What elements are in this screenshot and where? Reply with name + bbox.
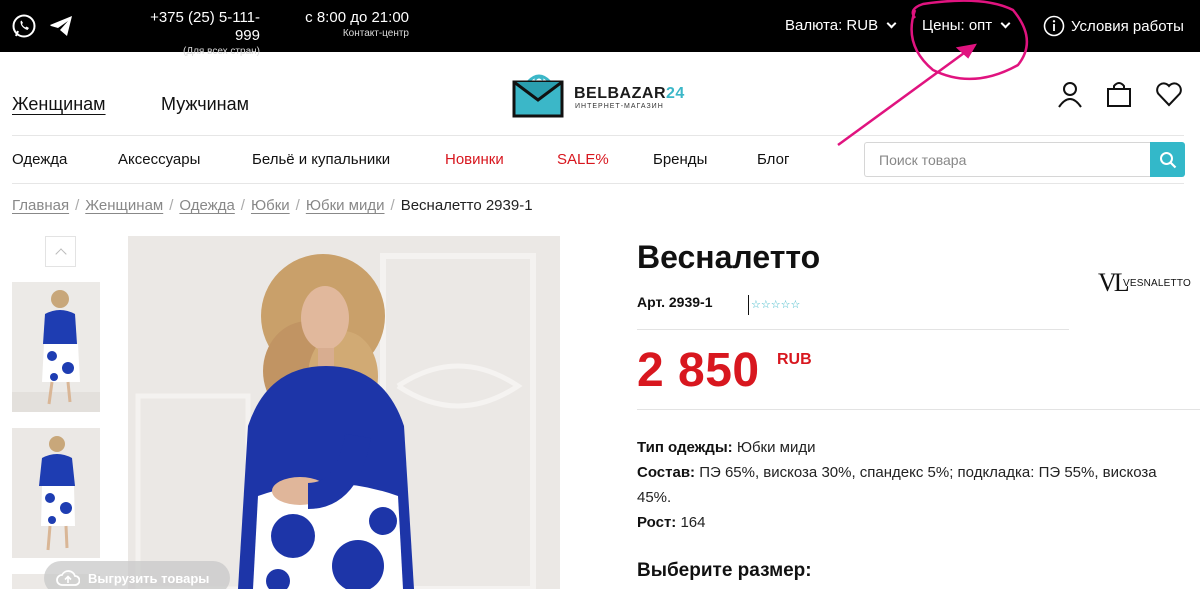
breadcrumb-women[interactable]: Женщинам — [85, 197, 163, 214]
work-hours: с 8:00 до 21:00 — [305, 9, 409, 26]
spec-height: Рост: 164 — [637, 514, 706, 531]
size-select-title: Выберите размер: — [637, 560, 812, 581]
star-icon: ☆☆☆☆☆ — [751, 298, 801, 311]
chevron-up-icon — [54, 247, 67, 260]
shopping-bag-logo-icon — [512, 74, 564, 118]
thumbnail-1[interactable] — [12, 282, 100, 412]
terms-link[interactable]: Условия работы — [1043, 15, 1184, 37]
info-icon — [1043, 15, 1065, 37]
currency-select[interactable]: Валюта: RUB — [785, 17, 897, 34]
product-photo-image — [128, 236, 560, 589]
phone-number[interactable]: +375 (25) 5-111-999 — [134, 9, 260, 45]
hours-block: с 8:00 до 21:00 Контакт-центр — [300, 9, 409, 40]
logo-tagline: ИНТЕРНЕТ-МАГАЗИН — [575, 103, 664, 110]
nav-clothes[interactable]: Одежда — [12, 151, 67, 168]
brand-name: VESNALETTO — [1123, 278, 1191, 289]
nav-blog[interactable]: Блог — [757, 151, 789, 168]
phone-note: (Для всех стран) — [182, 46, 260, 57]
chevron-down-icon — [1000, 18, 1011, 29]
spec-composition: Состав: ПЭ 65%, вискоза 30%, спандекс 5%… — [637, 464, 1157, 506]
prices-select[interactable]: Цены: опт — [922, 17, 1011, 34]
product-price: 2 850 — [637, 344, 760, 397]
nav-accessories[interactable]: Аксессуары — [118, 151, 200, 168]
user-icon[interactable] — [1056, 80, 1084, 108]
nav-new[interactable]: Новинки — [445, 151, 504, 168]
spec-clothing-type: Тип одежды: Юбки миди — [637, 439, 816, 456]
nav-lingerie[interactable]: Бельё и купальники — [252, 151, 390, 168]
nav-divider — [12, 183, 1184, 184]
nav-women[interactable]: Женщинам — [12, 94, 106, 115]
search-icon — [1159, 151, 1176, 168]
telegram-icon[interactable] — [48, 13, 74, 39]
logo-wordmark: BELBAZAR24 — [574, 85, 685, 102]
cloud-upload-icon — [56, 570, 80, 586]
nav-men[interactable]: Мужчинам — [161, 94, 249, 115]
breadcrumb-current: Весналетто 2939-1 — [400, 197, 533, 214]
currency-label: Валюта: RUB — [785, 17, 879, 34]
text-caret — [748, 295, 749, 315]
contact-center-label: Контакт-центр — [342, 28, 409, 39]
header-divider — [12, 135, 1184, 136]
search-button[interactable] — [1150, 142, 1185, 177]
product-sku: Арт. 2939-1 — [637, 294, 713, 310]
terms-label: Условия работы — [1071, 17, 1184, 35]
price-currency: RUB — [777, 351, 812, 368]
main-product-photo[interactable] — [128, 236, 560, 589]
product-title: Весналетто — [637, 239, 821, 275]
chevron-down-icon — [886, 18, 897, 29]
phone-block[interactable]: +375 (25) 5-111-999 (Для всех стран) — [134, 9, 260, 58]
nav-sale[interactable]: SALE% — [557, 151, 609, 168]
nav-brands[interactable]: Бренды — [653, 151, 707, 168]
site-logo[interactable]: BELBAZAR24 ИНТЕРНЕТ-МАГАЗИН — [512, 70, 692, 120]
annotation-arrow — [837, 43, 976, 147]
viber-icon[interactable] — [11, 13, 37, 39]
thumbnails-up-button[interactable] — [45, 236, 76, 267]
top-bar: +375 (25) 5-111-999 (Для всех стран) с 8… — [0, 0, 1200, 57]
export-products-button[interactable]: Выгрузить товары — [44, 561, 230, 589]
cart-bag-icon[interactable] — [1105, 80, 1133, 108]
breadcrumb: Главная / Женщинам / Одежда / Юбки / Юбки ми… — [12, 197, 533, 214]
breadcrumb-skirts[interactable]: Юбки — [251, 197, 290, 214]
breadcrumb-home[interactable]: Главная — [12, 197, 69, 214]
breadcrumb-midi-skirts[interactable]: Юбки миди — [306, 197, 385, 214]
thumbnail-2[interactable] — [12, 428, 100, 558]
breadcrumb-clothes[interactable]: Одежда — [179, 197, 234, 214]
export-label: Выгрузить товары — [88, 570, 210, 586]
search-input[interactable] — [864, 142, 1150, 177]
brand-logo[interactable]: VL VESNALETTO — [1096, 268, 1191, 297]
info-divider — [637, 329, 1069, 330]
rating-stars[interactable]: ☆☆☆☆☆ — [748, 295, 800, 315]
product-thumbnail-image — [12, 282, 100, 412]
heart-icon[interactable] — [1155, 80, 1183, 108]
price-divider — [637, 409, 1200, 410]
prices-label: Цены: опт — [922, 17, 993, 34]
product-thumbnail-image — [12, 428, 100, 558]
